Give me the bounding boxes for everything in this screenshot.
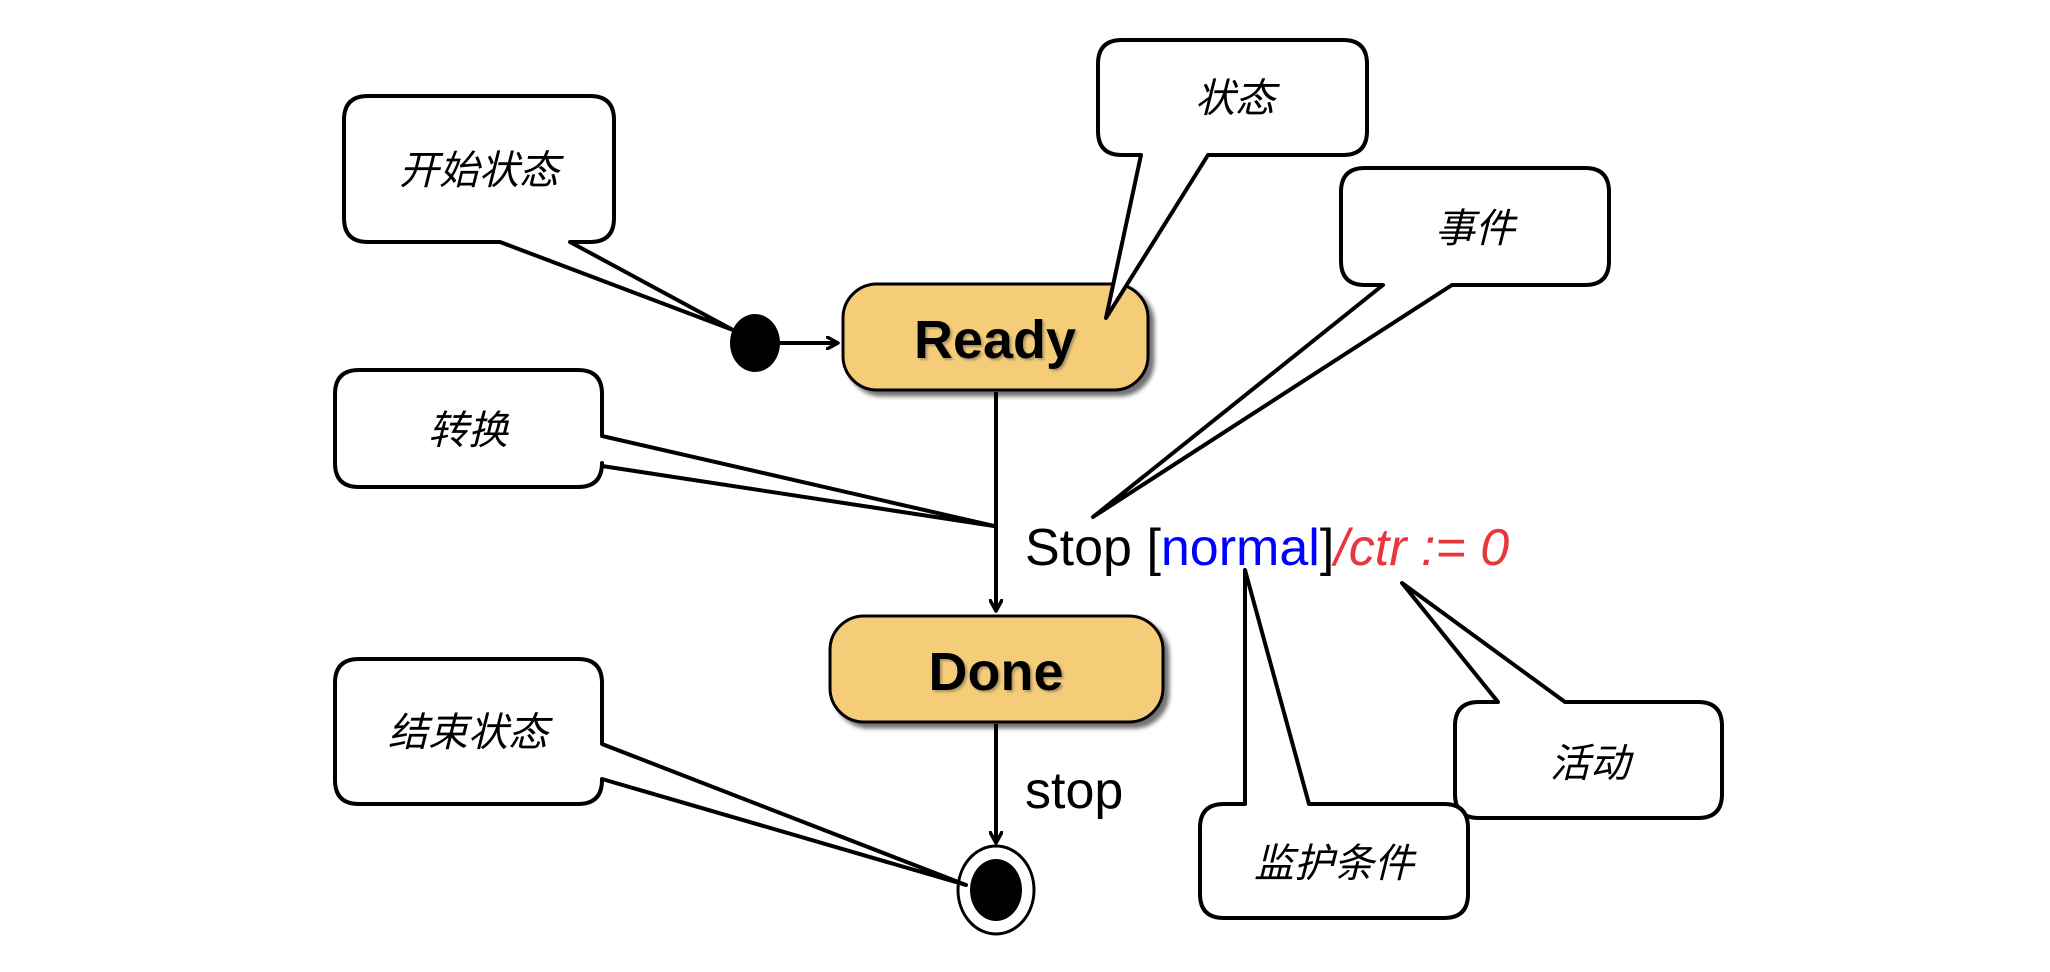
guard-close-bracket: ]	[1320, 519, 1334, 577]
transition-label: Stop [normal]/ctr := 0	[1025, 519, 1509, 577]
callout-start-state: 开始状态	[342, 94, 735, 332]
callout-event-text: 事件	[1435, 206, 1518, 252]
action-text: /ctr := 0	[1331, 519, 1509, 577]
callout-start-state-text: 开始状态	[399, 148, 564, 194]
state-ready-label: Ready	[914, 310, 1076, 370]
callout-guard-condition: 监护条件	[1198, 568, 1470, 920]
initial-state-dot[interactable]	[730, 314, 780, 372]
guard-text: normal	[1161, 519, 1320, 577]
callout-event-bubble	[1091, 166, 1611, 519]
callout-state-text: 状态	[1195, 76, 1280, 122]
callout-transition-text: 转换	[428, 408, 510, 454]
callout-activity-text: 活动	[1550, 741, 1634, 787]
callout-end-state-text: 结束状态	[388, 710, 553, 756]
state-done[interactable]: Done	[828, 614, 1165, 724]
state-done-label: Done	[929, 642, 1064, 702]
callout-start-state-bubble	[342, 94, 735, 332]
callout-event: 事件	[1091, 166, 1611, 519]
callout-activity: 活动	[1400, 581, 1724, 820]
guard-open-bracket: [	[1146, 519, 1161, 577]
state-ready[interactable]: Ready	[841, 282, 1150, 392]
final-state-dot	[970, 859, 1022, 921]
callout-guard-condition-text: 监护条件	[1254, 841, 1417, 887]
stop-transition-label: stop	[1025, 762, 1123, 820]
callout-state: 状态	[1096, 38, 1369, 320]
final-state[interactable]	[956, 844, 1036, 936]
callout-transition: 转换	[333, 368, 996, 528]
state-diagram: Ready Done Stop [normal]/ctr := 0 stop 开…	[333, 38, 1724, 936]
event-text: Stop	[1025, 519, 1132, 577]
